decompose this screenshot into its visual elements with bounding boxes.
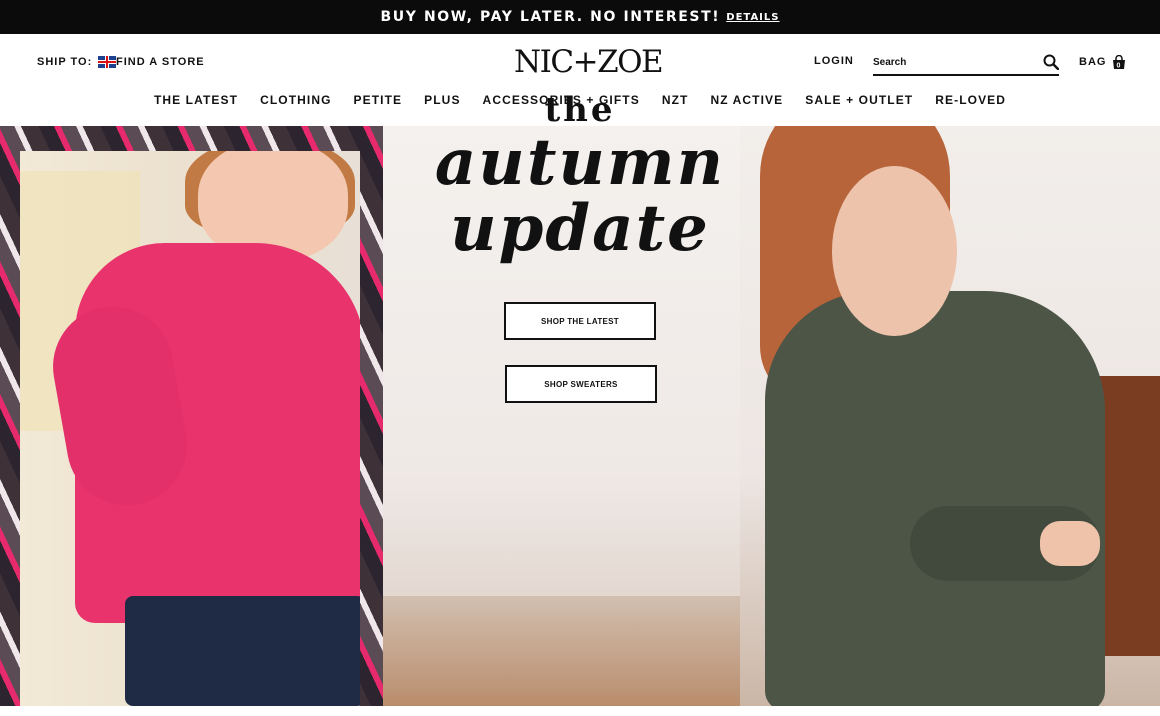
nav-item-the-latest[interactable]: THE LATEST bbox=[143, 93, 249, 107]
bag-button[interactable]: BAG 0 bbox=[1079, 54, 1126, 70]
hero-kicker: the bbox=[544, 90, 616, 130]
site-logo[interactable]: NIC+ZOE bbox=[514, 44, 664, 80]
hero-title-line1: autumn bbox=[434, 125, 726, 200]
search-bar bbox=[873, 51, 1060, 76]
hero-right-photo[interactable] bbox=[740, 126, 1160, 706]
hero-title-line2: update bbox=[450, 191, 710, 266]
promo-text: BUY NOW, PAY LATER. NO INTEREST! bbox=[380, 9, 721, 25]
search-icon[interactable] bbox=[1043, 54, 1060, 71]
promo-banner: BUY NOW, PAY LATER. NO INTEREST! DETAILS bbox=[0, 0, 1160, 34]
nav-item-petite[interactable]: PETITE bbox=[343, 93, 414, 107]
nav-item-re-loved[interactable]: RE-LOVED bbox=[924, 93, 1017, 107]
shop-the-latest-button[interactable]: SHOP THE LATEST bbox=[504, 302, 656, 340]
nav-item-sale-outlet[interactable]: SALE + OUTLET bbox=[794, 93, 924, 107]
bag-label: BAG bbox=[1079, 56, 1107, 68]
promo-details-link[interactable]: DETAILS bbox=[726, 12, 779, 23]
hero-left-photo[interactable] bbox=[20, 151, 360, 706]
ship-to-label: SHIP TO: bbox=[37, 56, 93, 68]
page-bottom-edge bbox=[0, 706, 1160, 716]
shop-sweaters-button[interactable]: SHOP SWEATERS bbox=[505, 365, 657, 403]
bag-count: 0 bbox=[1117, 63, 1122, 70]
find-store-link[interactable]: FIND A STORE bbox=[116, 56, 205, 68]
search-input[interactable] bbox=[873, 51, 1033, 73]
hero-headline: the autumn update bbox=[420, 90, 740, 262]
uk-flag-icon bbox=[98, 56, 117, 68]
login-link[interactable]: LOGIN bbox=[814, 55, 854, 67]
bag-icon: 0 bbox=[1112, 54, 1126, 70]
ship-to-selector[interactable]: SHIP TO: bbox=[37, 56, 117, 68]
nav-item-clothing[interactable]: CLOTHING bbox=[249, 93, 342, 107]
